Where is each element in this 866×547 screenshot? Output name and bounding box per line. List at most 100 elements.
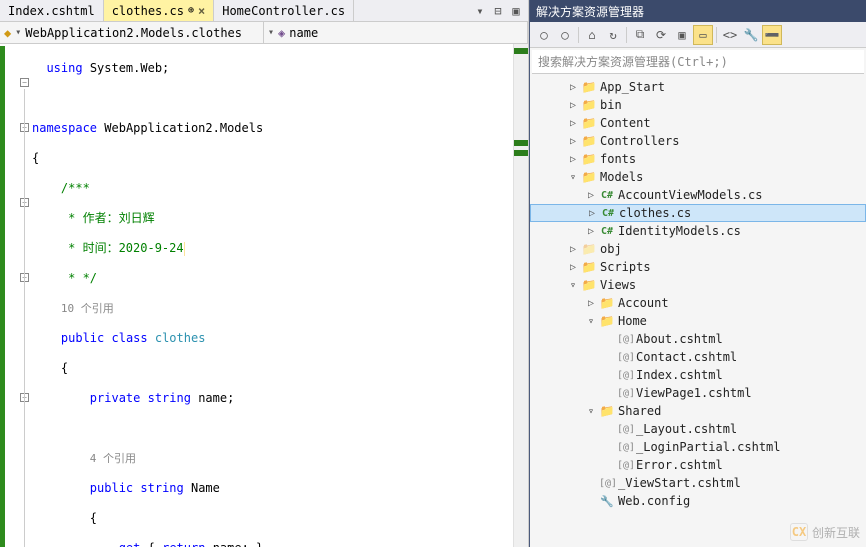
tree-item[interactable]: [@]Contact.cshtml (530, 348, 866, 366)
solution-tree[interactable]: ▷📁App_Start▷📁bin▷📁Content▷📁Controllers▷📁… (530, 76, 866, 547)
tree-item[interactable]: [@]About.cshtml (530, 330, 866, 348)
expand-arrow[interactable]: ▿ (568, 172, 578, 183)
file-icon: [@] (617, 370, 633, 381)
tree-label: Error.cshtml (636, 458, 723, 472)
folder-icon: 📁 (581, 134, 597, 148)
tree-label: Models (600, 170, 643, 184)
split-icon[interactable]: ⊟ (490, 4, 506, 18)
tree-label: obj (600, 242, 622, 256)
forward-icon[interactable]: ◯ (555, 25, 575, 45)
clipboard-icon[interactable]: ⧉ (630, 25, 650, 45)
tree-item[interactable]: ▿📁Home (530, 312, 866, 330)
tree-label: clothes.cs (619, 206, 691, 220)
expand-arrow[interactable]: ▿ (586, 316, 596, 327)
tab-index[interactable]: Index.cshtml (0, 0, 104, 21)
code-icon[interactable]: <> (720, 25, 740, 45)
tree-item[interactable]: ▷📁Controllers (530, 132, 866, 150)
preview-icon[interactable]: ▭ (693, 25, 713, 45)
expand-arrow[interactable]: ▿ (568, 280, 578, 291)
file-icon: [@] (617, 334, 633, 345)
tab-homecontroller[interactable]: HomeController.cs (214, 0, 354, 21)
tree-item[interactable]: ▷C#clothes.cs (530, 204, 866, 222)
tree-item[interactable]: [@]_Layout.cshtml (530, 420, 866, 438)
overview-ruler[interactable] (513, 44, 528, 547)
field-icon: ◈ (278, 26, 285, 40)
expand-arrow[interactable]: ▷ (568, 82, 578, 93)
fold-line (24, 89, 25, 547)
expand-arrow[interactable]: ▷ (568, 262, 578, 273)
tree-item[interactable]: [@]ViewPage1.cshtml (530, 384, 866, 402)
folder-icon: 📁 (581, 260, 597, 274)
search-placeholder: 搜索解决方案资源管理器(Ctrl+;) (538, 53, 728, 70)
tree-item[interactable]: [@]_ViewStart.cshtml (530, 474, 866, 492)
expand-arrow[interactable]: ▷ (586, 190, 596, 201)
tree-label: Scripts (600, 260, 651, 274)
sync-icon[interactable]: ⟳ (651, 25, 671, 45)
tree-item[interactable]: ▿📁Models (530, 168, 866, 186)
explorer-title: 解决方案资源管理器 (536, 3, 644, 20)
maximize-icon[interactable]: ▣ (508, 4, 524, 18)
tree-label: Controllers (600, 134, 679, 148)
properties-icon[interactable]: ➖ (762, 25, 782, 45)
tree-item[interactable]: ▷📁bin (530, 96, 866, 114)
close-icon[interactable]: × (198, 4, 205, 18)
tree-item[interactable]: ▷📁fonts (530, 150, 866, 168)
tab-label: HomeController.cs (222, 4, 345, 18)
explorer-search[interactable]: 搜索解决方案资源管理器(Ctrl+;) (532, 50, 864, 74)
tree-label: _ViewStart.cshtml (618, 476, 741, 490)
tree-item[interactable]: ▷C#AccountViewModels.cs (530, 186, 866, 204)
code-area[interactable]: − − − − − using System.Web; namespace We… (0, 44, 528, 547)
expand-arrow[interactable]: ▷ (568, 100, 578, 111)
expand-arrow[interactable]: ▷ (586, 226, 596, 237)
tab-tools: ▾ ⊟ ▣ (472, 0, 528, 21)
tree-label: Index.cshtml (636, 368, 723, 382)
tree-item[interactable]: ▿📁Views (530, 276, 866, 294)
tree-label: _LoginPartial.cshtml (636, 440, 781, 454)
tree-label: IdentityModels.cs (618, 224, 741, 238)
tab-label: Index.cshtml (8, 4, 95, 18)
nav-bar: ◆ ▾ WebApplication2.Models.clothes ▾ ◈ n… (0, 22, 528, 44)
expand-arrow[interactable]: ▷ (568, 118, 578, 129)
expand-arrow[interactable]: ▿ (586, 406, 596, 417)
tree-item[interactable]: ▷C#IdentityModels.cs (530, 222, 866, 240)
tab-clothes[interactable]: clothes.cs⊕× (104, 0, 215, 21)
explorer-title-bar[interactable]: 解决方案资源管理器 (530, 0, 866, 22)
chevron-down-icon: ▾ (15, 27, 21, 38)
tree-label: Views (600, 278, 636, 292)
fold-toggle[interactable]: − (20, 78, 29, 87)
dropdown-icon[interactable]: ▾ (472, 4, 488, 18)
tree-item[interactable]: [@]_LoginPartial.cshtml (530, 438, 866, 456)
tree-item[interactable]: ▿📁Shared (530, 402, 866, 420)
expand-arrow[interactable]: ▷ (568, 154, 578, 165)
expand-arrow[interactable]: ▷ (568, 136, 578, 147)
tree-item[interactable]: ▷📁Content (530, 114, 866, 132)
expand-arrow[interactable]: ▷ (587, 208, 597, 219)
tree-label: ViewPage1.cshtml (636, 386, 752, 400)
file-icon: [@] (617, 442, 633, 453)
nav-namespace-text: WebApplication2.Models.clothes (25, 26, 242, 40)
nav-member[interactable]: ▾ ◈ name (264, 22, 528, 43)
tree-item[interactable]: ▷📁obj (530, 240, 866, 258)
show-all-icon[interactable]: ▣ (672, 25, 692, 45)
tree-item[interactable]: [@]Index.cshtml (530, 366, 866, 384)
folder-icon: 📁 (581, 116, 597, 130)
back-icon[interactable]: ◯ (534, 25, 554, 45)
tree-item[interactable]: [@]Error.cshtml (530, 456, 866, 474)
refresh-icon[interactable]: ↻ (603, 25, 623, 45)
nav-namespace[interactable]: ◆ ▾ WebApplication2.Models.clothes (0, 22, 264, 43)
tree-label: Shared (618, 404, 661, 418)
pin-icon[interactable]: ⊕ (188, 5, 194, 16)
code-text[interactable]: using System.Web; namespace WebApplicati… (32, 44, 513, 547)
folder-icon: 📁 (599, 296, 615, 310)
tab-bar: Index.cshtml clothes.cs⊕× HomeController… (0, 0, 528, 22)
tree-item[interactable]: ▷📁Scripts (530, 258, 866, 276)
tree-item[interactable]: 🔧Web.config (530, 492, 866, 510)
expand-arrow[interactable]: ▷ (568, 244, 578, 255)
tree-item[interactable]: ▷📁App_Start (530, 78, 866, 96)
tree-item[interactable]: ▷📁Account (530, 294, 866, 312)
wrench-icon[interactable]: 🔧 (741, 25, 761, 45)
home-icon[interactable]: ⌂ (582, 25, 602, 45)
fold-gutter: − − − − − (0, 44, 32, 547)
expand-arrow[interactable]: ▷ (586, 298, 596, 309)
marker (514, 48, 528, 54)
